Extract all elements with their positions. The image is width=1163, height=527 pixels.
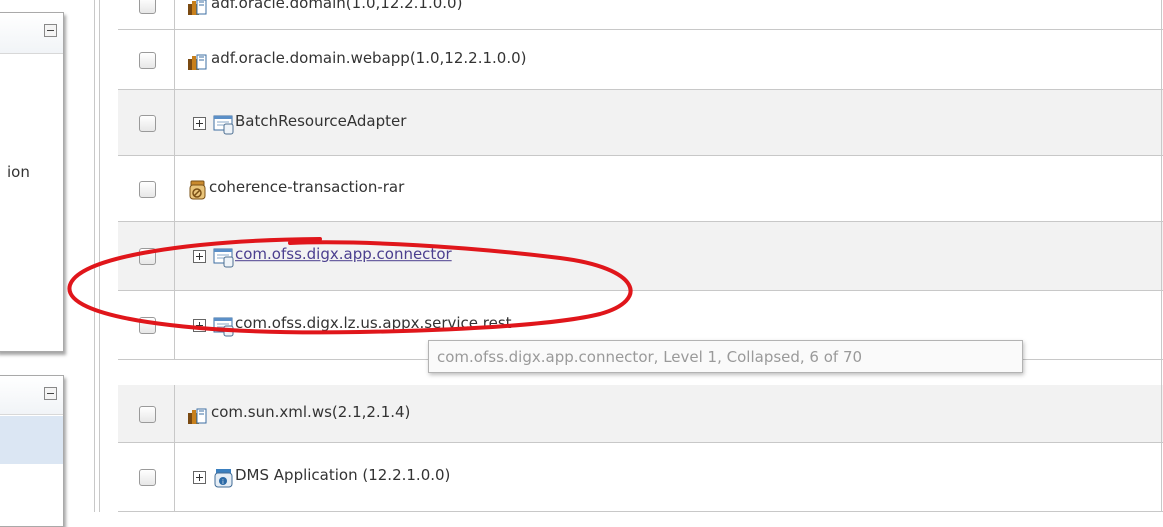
table-row[interactable]: com.ofss.digx.app.connector — [118, 222, 1163, 291]
expand-icon[interactable] — [193, 250, 206, 263]
table-row[interactable]: i DMS Application (12.2.1.0.0) — [118, 443, 1163, 512]
row-checkbox[interactable] — [139, 248, 156, 265]
row-label[interactable]: com.ofss.digx.lz.us.appx.service.rest — [235, 314, 512, 332]
splitter-line — [99, 0, 100, 512]
expand-icon[interactable] — [193, 116, 206, 130]
table-row[interactable]: adf.oracle.domain.webapp(1.0,12.2.1.0.0) — [118, 30, 1163, 90]
library-icon — [188, 54, 207, 70]
panel-header — [0, 13, 63, 54]
row-label[interactable]: adf.oracle.domain(1.0,12.2.1.0.0) — [211, 0, 462, 12]
application-icon: i — [214, 469, 233, 488]
row-name-cell: com.ofss.digx.app.connector — [175, 222, 1163, 290]
row-select-cell — [118, 222, 175, 290]
row-name-cell: adf.oracle.domain.webapp(1.0,12.2.1.0.0) — [175, 30, 1163, 89]
row-select-cell — [118, 30, 175, 89]
row-select-cell — [118, 0, 175, 29]
table-row[interactable]: adf.oracle.domain(1.0,12.2.1.0.0) — [118, 0, 1163, 30]
row-link[interactable]: com.ofss.digx.app.connector — [235, 245, 452, 263]
row-checkbox[interactable] — [139, 317, 156, 334]
row-label[interactable]: com.sun.xml.ws(2.1,2.1.4) — [211, 403, 410, 421]
table-row[interactable]: coherence-transaction-rar — [118, 156, 1163, 222]
panel-selected-item[interactable] — [0, 416, 63, 464]
row-select-cell — [118, 385, 175, 442]
splitter-line — [94, 0, 95, 512]
row-checkbox[interactable] — [139, 180, 156, 198]
library-icon — [188, 408, 207, 424]
left-panel-top: ion — [0, 12, 64, 352]
collapse-panel-button[interactable] — [44, 24, 57, 37]
row-checkbox[interactable] — [139, 405, 156, 423]
row-label[interactable]: DMS Application (12.2.1.0.0) — [235, 466, 450, 484]
row-select-cell — [118, 90, 175, 155]
row-label[interactable]: adf.oracle.domain.webapp(1.0,12.2.1.0.0) — [211, 49, 526, 67]
panel-partial-label: ion — [7, 163, 30, 181]
expand-icon[interactable] — [193, 319, 206, 332]
row-tooltip: com.ofss.digx.app.connector, Level 1, Co… — [428, 340, 1023, 373]
row-checkbox[interactable] — [139, 114, 156, 132]
row-select-cell — [118, 443, 175, 511]
row-name-cell: coherence-transaction-rar — [175, 156, 1163, 221]
row-select-cell — [118, 156, 175, 221]
panel-header — [0, 376, 63, 415]
collapse-panel-button[interactable] — [44, 387, 57, 400]
row-checkbox[interactable] — [139, 0, 156, 14]
row-name-cell: adf.oracle.domain(1.0,12.2.1.0.0) — [175, 0, 1163, 29]
row-name-cell: BatchResourceAdapter — [175, 90, 1163, 155]
row-checkbox[interactable] — [139, 51, 156, 69]
table-right-border — [1161, 0, 1162, 512]
table-row[interactable]: com.sun.xml.ws(2.1,2.1.4) — [118, 385, 1163, 443]
resource-adapter-icon — [213, 317, 234, 337]
row-name-cell: i DMS Application (12.2.1.0.0) — [175, 443, 1163, 511]
tooltip-text: com.ofss.digx.app.connector, Level 1, Co… — [437, 348, 863, 366]
deployments-table: adf.oracle.domain(1.0,12.2.1.0.0) adf.or… — [118, 0, 1163, 512]
row-label[interactable]: BatchResourceAdapter — [235, 112, 406, 130]
resource-adapter-icon — [213, 248, 234, 268]
expand-icon[interactable] — [193, 471, 206, 484]
row-name-cell: com.sun.xml.ws(2.1,2.1.4) — [175, 385, 1163, 442]
row-checkbox[interactable] — [139, 469, 156, 486]
row-label[interactable]: coherence-transaction-rar — [209, 178, 404, 196]
row-select-cell — [118, 291, 175, 359]
resource-adapter-icon — [213, 115, 234, 134]
table-row[interactable]: BatchResourceAdapter — [118, 90, 1163, 156]
connector-jar-icon — [189, 180, 206, 199]
library-icon — [188, 0, 207, 15]
left-panel-bottom — [0, 375, 64, 527]
